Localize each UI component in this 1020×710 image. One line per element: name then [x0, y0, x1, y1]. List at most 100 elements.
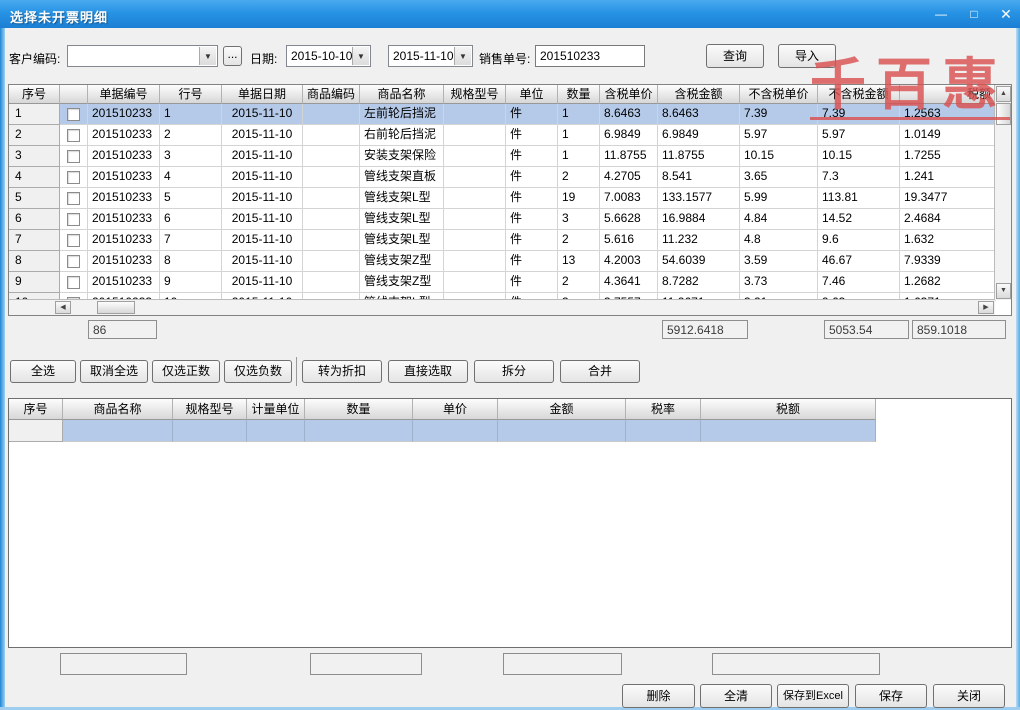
unselect-all-button[interactable]: 取消全选	[80, 360, 148, 383]
table-row[interactable]: 620151023362015-11-10管线支架L型件35.662816.98…	[9, 209, 1011, 230]
grid2-column-header[interactable]: 单价	[413, 399, 498, 420]
close-icon[interactable]: ✕	[995, 6, 1017, 23]
cell-amt_tax: 6.9849	[658, 125, 740, 146]
scroll-right-icon[interactable]: ▶	[978, 301, 994, 314]
table-row[interactable]: 820151023382015-11-10管线支架Z型件134.200354.6…	[9, 251, 1011, 272]
cell-amt: 113.81	[818, 188, 900, 209]
horizontal-scroll-thumb[interactable]	[97, 301, 135, 314]
row-number-cell: 1	[9, 104, 60, 125]
grid1-column-header[interactable]: 含税金额	[658, 85, 740, 104]
grid2-column-header[interactable]: 计量单位	[247, 399, 305, 420]
grid2-column-header[interactable]: 金额	[498, 399, 626, 420]
grid2-column-header[interactable]: 数量	[305, 399, 413, 420]
cell-doc: 201510233	[88, 125, 160, 146]
cell-amt: 7.3	[818, 167, 900, 188]
import-button[interactable]: 导入	[778, 44, 836, 68]
cell-unit: 件	[506, 209, 558, 230]
chevron-down-icon[interactable]: ▼	[352, 47, 369, 65]
table-row[interactable]: 220151023322015-11-10右前轮后挡泥件16.98496.984…	[9, 125, 1011, 146]
row-checkbox[interactable]	[67, 108, 80, 121]
row-checkbox[interactable]	[67, 234, 80, 247]
select-all-button[interactable]: 全选	[10, 360, 76, 383]
cell-price_tax: 4.2003	[600, 251, 658, 272]
detail-grid[interactable]: 序号 单据编号行号单据日期商品编码商品名称规格型号单位数量含税单价含税金额不含税单…	[8, 84, 1012, 316]
grid1-column-header[interactable]: 序号	[9, 85, 60, 104]
scroll-down-icon[interactable]: ▼	[996, 283, 1011, 299]
grid2-column-header[interactable]: 商品名称	[63, 399, 173, 420]
split-button[interactable]: 拆分	[474, 360, 554, 383]
grid1-column-header[interactable]: 含税单价	[600, 85, 658, 104]
close-button[interactable]: 关闭	[933, 684, 1005, 708]
customer-browse-button[interactable]: ...	[223, 46, 242, 66]
query-button[interactable]: 查询	[706, 44, 764, 68]
cell-unit: 件	[506, 146, 558, 167]
row-checkbox[interactable]	[67, 213, 80, 226]
select-positive-button[interactable]: 仅选正数	[152, 360, 220, 383]
scroll-up-icon[interactable]: ▲	[996, 86, 1011, 102]
cell-unit: 件	[506, 167, 558, 188]
save-to-excel-button[interactable]: 保存到Excel	[777, 684, 849, 708]
row-checkbox[interactable]	[67, 129, 80, 142]
grid2-column-header[interactable]: 税额	[701, 399, 876, 420]
row-checkbox[interactable]	[67, 255, 80, 268]
delete-button[interactable]: 删除	[622, 684, 695, 708]
grid2-column-header[interactable]: 税率	[626, 399, 701, 420]
dialog-window: 选择未开票明细 — □ ✕ 客户编码: ▼ ... 日期: 2015-10-10…	[0, 0, 1020, 710]
checkbox-cell	[60, 167, 88, 188]
chevron-down-icon[interactable]: ▼	[454, 47, 471, 65]
clear-all-button[interactable]: 全清	[700, 684, 772, 708]
cell-unit: 件	[506, 125, 558, 146]
date-to-combo[interactable]: 2015-11-10 ▼	[388, 45, 473, 67]
row-number-cell: 5	[9, 188, 60, 209]
title-bar[interactable]: 选择未开票明细 — □ ✕	[0, 0, 1020, 28]
grid2-column-header[interactable]: 序号	[9, 399, 63, 420]
cell-qty: 1	[558, 104, 600, 125]
grid1-column-header[interactable]: 单据编号	[88, 85, 160, 104]
customer-code-combo[interactable]: ▼	[67, 45, 218, 67]
grid1-column-header[interactable]: 不含税单价	[740, 85, 818, 104]
cell-price: 4.8	[740, 230, 818, 251]
sales-order-input[interactable]: 201510233	[535, 45, 645, 67]
minimize-button[interactable]: —	[930, 6, 952, 23]
grid1-column-header[interactable]: 税额	[900, 85, 996, 104]
row-checkbox[interactable]	[67, 171, 80, 184]
save-button[interactable]: 保存	[855, 684, 927, 708]
row-checkbox[interactable]	[67, 192, 80, 205]
grid1-column-header[interactable]: 不含税金额	[818, 85, 900, 104]
grid1-column-header[interactable]: 单据日期	[222, 85, 303, 104]
table-row[interactable]: 420151023342015-11-10管线支架直板件24.27058.541…	[9, 167, 1011, 188]
maximize-button[interactable]: □	[963, 6, 985, 23]
grid1-column-header[interactable]: 行号	[160, 85, 222, 104]
grid1-column-header[interactable]: 商品编码	[303, 85, 360, 104]
cell-name: 安装支架保险	[360, 146, 444, 167]
row-checkbox[interactable]	[67, 276, 80, 289]
grid2-selected-empty-row[interactable]	[9, 420, 1011, 442]
scroll-left-icon[interactable]: ◀	[55, 301, 71, 314]
date-from-combo[interactable]: 2015-10-10 ▼	[286, 45, 371, 67]
row-checkbox[interactable]	[67, 150, 80, 163]
horizontal-scrollbar[interactable]: ◀ ▶	[9, 299, 995, 315]
cell-qty: 2	[558, 167, 600, 188]
grid1-column-header[interactable]	[60, 85, 88, 104]
grid1-column-header[interactable]: 商品名称	[360, 85, 444, 104]
cell-qty: 2	[558, 230, 600, 251]
table-row[interactable]: 520151023352015-11-10管线支架L型件197.0083133.…	[9, 188, 1011, 209]
vertical-scrollbar[interactable]: ▲ ▼	[994, 85, 1011, 300]
table-row[interactable]: 920151023392015-11-10管线支架Z型件24.36418.728…	[9, 272, 1011, 293]
merge-button[interactable]: 合并	[560, 360, 640, 383]
cell-price: 5.99	[740, 188, 818, 209]
grid2-column-header[interactable]: 规格型号	[173, 399, 247, 420]
direct-pick-button[interactable]: 直接选取	[388, 360, 468, 383]
grid1-column-header[interactable]: 数量	[558, 85, 600, 104]
table-row[interactable]: 120151023312015-11-10左前轮后挡泥件18.64638.646…	[9, 104, 1011, 125]
select-negative-button[interactable]: 仅选负数	[224, 360, 292, 383]
grid1-column-header[interactable]: 规格型号	[444, 85, 506, 104]
invoice-grid[interactable]: 序号商品名称规格型号计量单位数量单价金额税率税额	[8, 398, 1012, 648]
table-row[interactable]: 720151023372015-11-10管线支架L型件25.61611.232…	[9, 230, 1011, 251]
vertical-scroll-thumb[interactable]	[996, 103, 1011, 125]
to-discount-button[interactable]: 转为折扣	[302, 360, 382, 383]
grid1-column-header[interactable]: 单位	[506, 85, 558, 104]
cell-line: 9	[160, 272, 222, 293]
table-row[interactable]: 320151023332015-11-10安装支架保险件111.875511.8…	[9, 146, 1011, 167]
chevron-down-icon[interactable]: ▼	[199, 47, 216, 65]
